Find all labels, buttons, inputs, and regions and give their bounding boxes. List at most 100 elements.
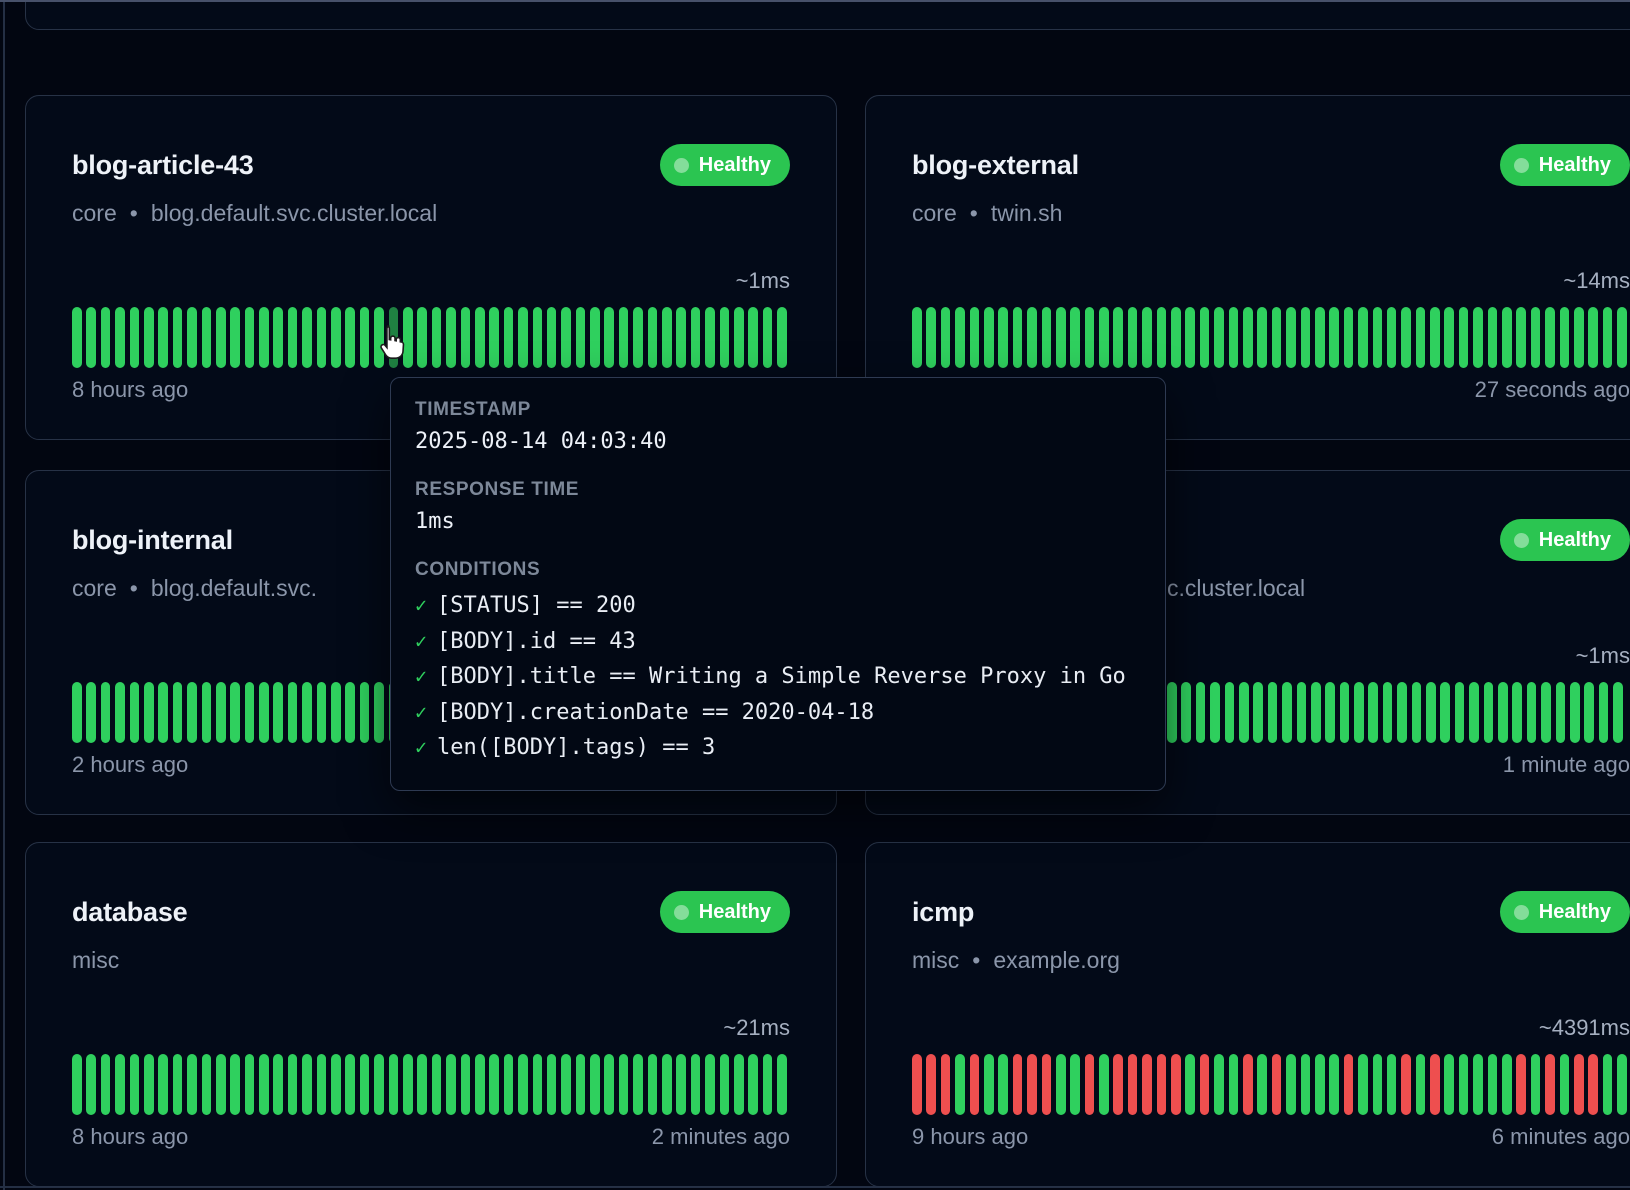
status-bar-failure[interactable] — [1272, 1054, 1282, 1115]
status-bar-success[interactable] — [1282, 682, 1292, 743]
status-bar-success[interactable] — [1531, 307, 1541, 368]
status-bar-success[interactable] — [461, 1054, 471, 1115]
status-bar-success[interactable] — [955, 1054, 965, 1115]
status-bar-failure[interactable] — [1142, 1054, 1152, 1115]
status-bar-failure[interactable] — [1243, 1054, 1253, 1115]
status-bar-success[interactable] — [216, 682, 226, 743]
status-bar-success[interactable] — [561, 307, 571, 368]
status-bar-failure[interactable] — [1588, 1054, 1598, 1115]
status-bar-success[interactable] — [72, 1054, 82, 1115]
status-bar-success[interactable] — [1516, 307, 1526, 368]
status-bar-success[interactable] — [1444, 1054, 1454, 1115]
status-bar-success[interactable] — [1200, 307, 1210, 368]
endpoint-card-icmp[interactable]: icmpHealthymisc•example.org~4391ms9 hour… — [865, 842, 1630, 1187]
status-bar-success[interactable] — [1325, 682, 1335, 743]
status-bar-success[interactable] — [1185, 1054, 1195, 1115]
status-bar-success[interactable] — [130, 682, 140, 743]
status-bar-success[interactable] — [1368, 682, 1378, 743]
status-bar-success[interactable] — [389, 1054, 399, 1115]
status-bar-success[interactable] — [1455, 682, 1465, 743]
status-bar-success[interactable] — [187, 307, 197, 368]
status-bar-success[interactable] — [1142, 307, 1152, 368]
status-bar-success[interactable] — [216, 307, 226, 368]
status-bar-success[interactable] — [1157, 307, 1167, 368]
status-bar-success[interactable] — [1070, 1054, 1080, 1115]
status-bar-success[interactable] — [691, 1054, 701, 1115]
status-bar-success[interactable] — [345, 1054, 355, 1115]
status-bar-success[interactable] — [1488, 307, 1498, 368]
status-bar-success[interactable] — [662, 307, 672, 368]
status-bar-success[interactable] — [648, 307, 658, 368]
status-bar-failure[interactable] — [1027, 1054, 1037, 1115]
status-bar-success[interactable] — [245, 1054, 255, 1115]
status-bar-success[interactable] — [633, 307, 643, 368]
status-bar-success[interactable] — [1531, 1054, 1541, 1115]
status-bar-success[interactable] — [115, 307, 125, 368]
status-bar-success[interactable] — [317, 1054, 327, 1115]
status-bar-success[interactable] — [1401, 307, 1411, 368]
status-bar-success[interactable] — [720, 307, 730, 368]
status-bar-success[interactable] — [1426, 682, 1436, 743]
status-bar-success[interactable] — [1239, 682, 1249, 743]
status-bar-success[interactable] — [1225, 682, 1235, 743]
status-bar-success[interactable] — [518, 1054, 528, 1115]
status-bar-success[interactable] — [1099, 307, 1109, 368]
status-bar-success[interactable] — [202, 682, 212, 743]
status-bar-success[interactable] — [1484, 682, 1494, 743]
status-bar-success[interactable] — [547, 307, 557, 368]
status-bar-failure[interactable] — [1516, 1054, 1526, 1115]
status-bar-success[interactable] — [676, 1054, 686, 1115]
status-bar-success[interactable] — [777, 1054, 787, 1115]
status-bar-success[interactable] — [705, 307, 715, 368]
status-bar-success[interactable] — [912, 307, 922, 368]
status-bar-success[interactable] — [1027, 307, 1037, 368]
status-bar-success[interactable] — [1560, 307, 1570, 368]
status-bar-success[interactable] — [1387, 1054, 1397, 1115]
status-bar-success[interactable] — [547, 1054, 557, 1115]
status-bar-failure[interactable] — [912, 1054, 922, 1115]
status-bar-success[interactable] — [1560, 1054, 1570, 1115]
status-bar-success[interactable] — [648, 1054, 658, 1115]
status-bar-success[interactable] — [518, 307, 528, 368]
status-bar-success[interactable] — [1013, 307, 1023, 368]
status-bar-success[interactable] — [130, 307, 140, 368]
status-bar-success[interactable] — [1383, 682, 1393, 743]
status-bar-failure[interactable] — [1042, 1054, 1052, 1115]
status-bar-success[interactable] — [216, 1054, 226, 1115]
status-bar-success[interactable] — [1440, 682, 1450, 743]
status-bar-success[interactable] — [72, 307, 82, 368]
status-bar-success[interactable] — [446, 307, 456, 368]
status-bar-success[interactable] — [734, 1054, 744, 1115]
status-bar-success[interactable] — [533, 307, 543, 368]
status-bar-success[interactable] — [590, 307, 600, 368]
status-bar-success[interactable] — [432, 307, 442, 368]
status-bar-failure[interactable] — [1200, 1054, 1210, 1115]
status-bar-success[interactable] — [1056, 1054, 1066, 1115]
endpoint-card-database[interactable]: databaseHealthymisc~21ms8 hours ago2 min… — [25, 842, 837, 1187]
status-bar-success[interactable] — [273, 1054, 283, 1115]
status-bar-success[interactable] — [1459, 1054, 1469, 1115]
status-bar-success[interactable] — [345, 682, 355, 743]
status-bar-success[interactable] — [1584, 682, 1594, 743]
status-bar-success[interactable] — [417, 307, 427, 368]
status-bar-success[interactable] — [1599, 682, 1609, 743]
status-bar-success[interactable] — [245, 307, 255, 368]
status-bar-success[interactable] — [619, 307, 629, 368]
status-bar-success[interactable] — [1301, 1054, 1311, 1115]
status-bar-success[interactable] — [576, 307, 586, 368]
status-bar-success[interactable] — [1185, 307, 1195, 368]
status-bar-success[interactable] — [115, 682, 125, 743]
status-bar-success[interactable] — [1311, 682, 1321, 743]
status-bar-success[interactable] — [504, 307, 514, 368]
status-bar-success[interactable] — [1473, 307, 1483, 368]
status-bar-success[interactable] — [86, 682, 96, 743]
status-bar-success[interactable] — [1416, 307, 1426, 368]
status-bar-failure[interactable] — [970, 1054, 980, 1115]
status-bar-success[interactable] — [734, 307, 744, 368]
status-bar-failure[interactable] — [1113, 1054, 1123, 1115]
status-bar-success[interactable] — [331, 682, 341, 743]
status-bar-success[interactable] — [173, 307, 183, 368]
status-bar-success[interactable] — [633, 1054, 643, 1115]
status-bar-success[interactable] — [360, 307, 370, 368]
status-bar-success[interactable] — [1128, 307, 1138, 368]
